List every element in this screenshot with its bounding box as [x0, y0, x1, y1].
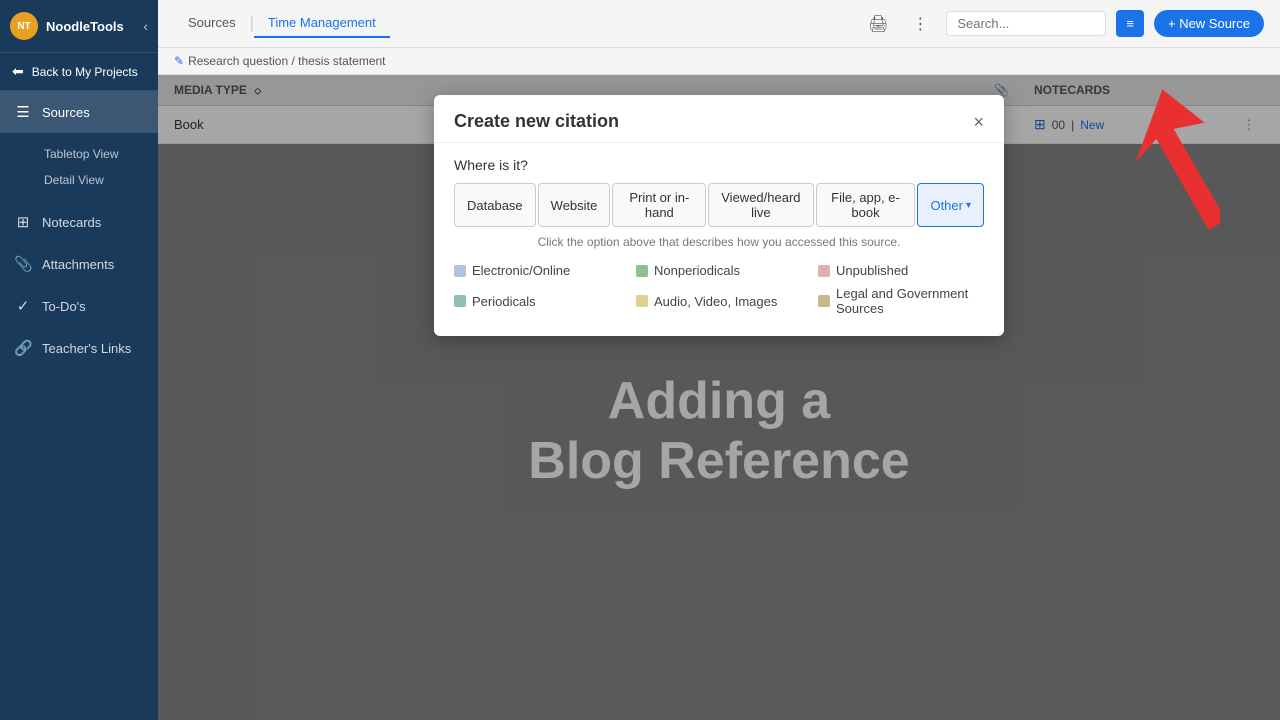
sidebar-item-attachments[interactable]: 📎 Attachments	[0, 243, 158, 285]
sidebar-item-notecards-label: Notecards	[42, 215, 101, 230]
new-source-button[interactable]: + New Source	[1154, 10, 1264, 37]
search-input[interactable]	[946, 11, 1106, 36]
tab-time-management[interactable]: Time Management	[254, 9, 390, 38]
sidebar-item-teacher-links-label: Teacher's Links	[42, 341, 131, 356]
notecards-icon: ⊞	[14, 213, 32, 231]
dot-periodicals	[454, 295, 466, 307]
category-unpublished: Unpublished	[818, 263, 984, 278]
sidebar-header: NT NoodleTools ‹	[0, 0, 158, 53]
tab-database[interactable]: Database	[454, 183, 536, 227]
app-logo: NT	[10, 12, 38, 40]
app-brand: NoodleTools	[46, 19, 135, 34]
topbar-tabs: Sources | Time Management	[174, 9, 390, 38]
sidebar-item-attachments-label: Attachments	[42, 257, 114, 272]
modal-categories: Electronic/Online Nonperiodicals Unpubli…	[454, 263, 984, 316]
modal-close-button[interactable]: ×	[973, 113, 984, 131]
category-legal: Legal and Government Sources	[818, 286, 984, 316]
tab-sources[interactable]: Sources	[174, 9, 250, 38]
modal-hint: Click the option above that describes ho…	[454, 235, 984, 249]
tab-other[interactable]: Other ▾	[917, 183, 984, 227]
sidebar-item-todos-label: To-Do's	[42, 299, 86, 314]
category-nonperiodicals: Nonperiodicals	[636, 263, 802, 278]
sidebar-item-notecards[interactable]: ⊞ Notecards	[0, 201, 158, 243]
print-button[interactable]: 🖨	[862, 8, 894, 40]
dot-electronic	[454, 265, 466, 277]
sidebar: NT NoodleTools ‹ ⬅ Back to My Projects ☰…	[0, 0, 158, 720]
modal-title: Create new citation	[454, 111, 619, 132]
dot-legal	[818, 295, 830, 307]
modal-tabs: Database Website Print or in-hand Viewed…	[454, 183, 984, 227]
topbar-right: 🖨 ⋮ ≡ + New Source	[862, 8, 1264, 40]
category-audio-video: Audio, Video, Images	[636, 286, 802, 316]
topbar: Sources | Time Management 🖨 ⋮ ≡ + New So…	[158, 0, 1280, 48]
modal-header: Create new citation ×	[434, 95, 1004, 143]
tab-print[interactable]: Print or in-hand	[612, 183, 706, 227]
category-electronic: Electronic/Online	[454, 263, 620, 278]
filter-button[interactable]: ≡	[1116, 10, 1144, 37]
detail-view-item[interactable]: Detail View	[44, 167, 158, 193]
modal-backdrop: Create new citation × Where is it? Datab…	[158, 75, 1280, 720]
breadcrumb: ✎ Research question / thesis statement	[158, 48, 1280, 75]
sidebar-item-sources[interactable]: ☰ Sources	[0, 91, 158, 133]
dot-unpublished	[818, 265, 830, 277]
tabletop-view-item[interactable]: Tabletop View	[44, 141, 158, 167]
tab-file[interactable]: File, app, e-book	[816, 183, 916, 227]
teacher-links-icon: 🔗	[14, 339, 32, 357]
tab-website[interactable]: Website	[538, 183, 611, 227]
back-icon: ⬅	[12, 63, 24, 80]
breadcrumb-icon: ✎	[174, 54, 184, 68]
back-to-projects[interactable]: ⬅ Back to My Projects	[0, 53, 158, 91]
citation-modal: Create new citation × Where is it? Datab…	[434, 95, 1004, 336]
modal-body: Where is it? Database Website Print or i…	[434, 143, 1004, 336]
red-arrow	[1090, 80, 1220, 240]
back-label: Back to My Projects	[32, 65, 138, 79]
sidebar-item-teacher-links[interactable]: 🔗 Teacher's Links	[0, 327, 158, 369]
main-content: Sources | Time Management 🖨 ⋮ ≡ + New So…	[158, 0, 1280, 720]
sidebar-subnav: Tabletop View Detail View	[0, 133, 158, 201]
breadcrumb-text: Research question / thesis statement	[188, 54, 385, 68]
dot-audio-video	[636, 295, 648, 307]
more-options-button[interactable]: ⋮	[904, 8, 936, 40]
tab-viewed[interactable]: Viewed/heard live	[708, 183, 813, 227]
modal-where-label: Where is it?	[454, 157, 984, 173]
category-periodicals: Periodicals	[454, 286, 620, 316]
dot-nonperiodicals	[636, 265, 648, 277]
sources-icon: ☰	[14, 103, 32, 121]
sidebar-collapse-icon[interactable]: ‹	[143, 18, 148, 34]
todos-icon: ✓	[14, 297, 32, 315]
sidebar-item-todos[interactable]: ✓ To-Do's	[0, 285, 158, 327]
content-area: MEDIA TYPE ⬦ 📎 NOTECARDS Book ⊞ 00 | New…	[158, 75, 1280, 720]
attachments-icon: 📎	[14, 255, 32, 273]
sidebar-item-sources-label: Sources	[42, 105, 90, 120]
